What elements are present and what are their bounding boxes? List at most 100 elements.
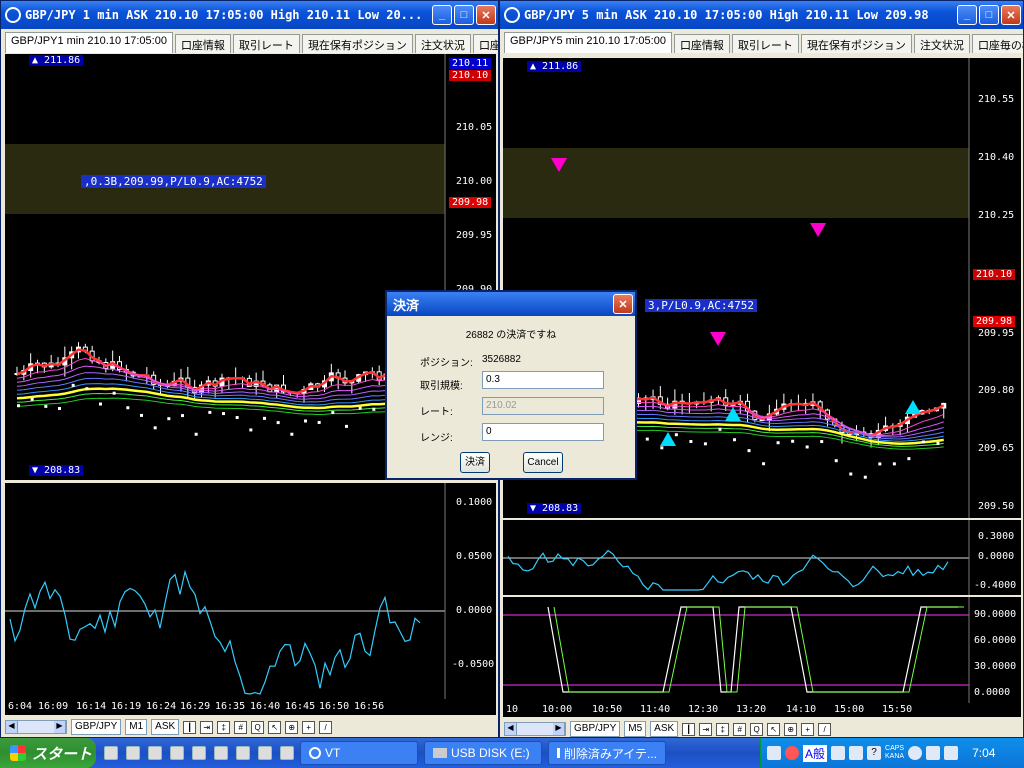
magnify-icon[interactable]: ⊕ <box>285 720 299 734</box>
oscillator-panel[interactable]: 0.3000 0.0000 -0.4000 <box>503 520 1021 595</box>
chart-scrollbar[interactable]: ◀ ▶ <box>5 720 67 734</box>
dialog-title: 決済 <box>393 297 420 313</box>
tab-account-summary[interactable]: 口座毎の概要 <box>971 34 1023 53</box>
help-icon[interactable]: ? <box>867 746 882 760</box>
chart-scrollbar[interactable]: ◀ ▶ <box>504 722 566 736</box>
time-label: 16:50 <box>319 701 350 712</box>
line-icon[interactable]: / <box>319 720 333 734</box>
quicklaunch-icon[interactable] <box>258 746 272 760</box>
dialog-close-button[interactable]: ✕ <box>613 294 633 314</box>
settle-dialog[interactable]: 決済 ✕ 26882 の決済ですね ポジション: 3526882 取引規模: 0… <box>385 290 637 480</box>
tray-icon[interactable] <box>944 746 959 760</box>
timeframe-select[interactable]: M1 <box>125 719 148 735</box>
parabolic-sar-dot <box>892 462 896 466</box>
position-label: ,0.3B,209.99,P/L0.9,AC:4752 <box>81 175 266 188</box>
parabolic-sar-dot <box>674 433 678 437</box>
ime-icon[interactable] <box>785 746 799 760</box>
quicklaunch-icon[interactable] <box>192 746 206 760</box>
system-tray: A般 ? CAPS KANA 7:04 <box>760 738 1024 768</box>
cursor-icon[interactable]: ↖ <box>268 720 282 734</box>
task-deleted-items[interactable]: 削除済みアイテ... <box>548 741 666 765</box>
scroll-end-icon[interactable]: ⇥ <box>699 722 713 736</box>
range-input[interactable]: 0 <box>482 423 604 441</box>
tab-account-summary[interactable]: 口座毎 <box>472 34 498 53</box>
parabolic-sar-dot <box>58 406 61 410</box>
task-usb-disk[interactable]: USB DISK (E:) <box>424 741 542 765</box>
caps-indicator: CAPS <box>885 745 905 752</box>
symbol-select[interactable]: GBP/JPY <box>570 721 621 737</box>
parabolic-sar-dot <box>791 439 795 443</box>
quicklaunch-icon[interactable] <box>214 746 228 760</box>
grid-icon[interactable]: # <box>733 722 747 736</box>
crosshair-icon[interactable]: + <box>302 720 316 734</box>
tab-chart[interactable]: GBP/JPY1 min 210.10 17:05:00 <box>5 32 173 53</box>
quicklaunch-icon[interactable] <box>236 746 250 760</box>
tab-chart[interactable]: GBP/JPY5 min 210.10 17:05:00 <box>504 32 672 53</box>
quicklaunch-icon[interactable] <box>170 746 184 760</box>
window-titlebar[interactable]: GBP/JPY 1 min ASK 210.10 17:05:00 High 2… <box>1 1 498 29</box>
price-axis-label: 210.00 <box>456 176 493 187</box>
tab-positions[interactable]: 現在保有ポジション <box>301 34 413 53</box>
tab-orders[interactable]: 注文状況 <box>913 34 970 53</box>
keyboard-icon[interactable] <box>767 746 781 760</box>
tab-rates[interactable]: 取引レート <box>731 34 799 53</box>
close-button[interactable]: ✕ <box>476 5 496 25</box>
start-button[interactable]: スタート <box>0 738 96 768</box>
osc-axis-label: 0.3000 <box>978 531 1015 542</box>
oscillator-panel[interactable]: 0.1000 0.0500 0.0000 -0.0500 <box>5 483 496 699</box>
crosshair-icon[interactable]: + <box>801 722 815 736</box>
symbol-select[interactable]: GBP/JPY <box>71 719 122 735</box>
quicklaunch-icon[interactable] <box>126 746 140 760</box>
tab-orders[interactable]: 注文状況 <box>414 34 471 53</box>
time-label: 13:20 <box>736 704 767 715</box>
side-select[interactable]: ASK <box>650 721 679 737</box>
line-icon[interactable]: / <box>818 722 832 736</box>
task-label: USB DISK (E:) <box>451 746 530 760</box>
tray-icon[interactable] <box>849 746 864 760</box>
lots-input[interactable]: 0.3 <box>482 371 604 389</box>
close-button[interactable]: ✕ <box>1001 5 1021 25</box>
minimize-button[interactable]: _ <box>432 5 452 25</box>
tab-account-info[interactable]: 口座情報 <box>174 34 231 53</box>
bar-icon[interactable]: ‡ <box>217 720 231 734</box>
zoom-icon[interactable]: Q <box>251 720 265 734</box>
windows-flag-icon <box>10 745 26 761</box>
network-icon[interactable] <box>926 746 941 760</box>
quicklaunch-icon[interactable] <box>280 746 294 760</box>
position-field-label: ポジション: <box>420 358 473 369</box>
window-titlebar[interactable]: GBP/JPY 5 min ASK 210.10 17:05:00 High 2… <box>500 1 1023 29</box>
price-axis-label: 210.25 <box>978 210 1015 221</box>
timeframe-select[interactable]: M5 <box>624 721 647 737</box>
grid-icon[interactable]: # <box>234 720 248 734</box>
quicklaunch-icon[interactable] <box>104 746 118 760</box>
tray-icon[interactable] <box>831 746 846 760</box>
stochastic-k-line <box>547 606 958 693</box>
tray-chevron-icon[interactable] <box>908 746 923 760</box>
tab-rates[interactable]: 取引レート <box>232 34 300 53</box>
stochastic-panel[interactable]: 90.0000 60.0000 30.0000 0.0000 <box>503 597 1021 703</box>
moving-average-line <box>16 348 422 395</box>
dialog-titlebar[interactable]: 決済 ✕ <box>387 292 635 316</box>
task-vt[interactable]: VT <box>300 741 418 765</box>
minimize-button[interactable]: _ <box>957 5 977 25</box>
parabolic-sar-dot <box>372 407 376 411</box>
zoom-icon[interactable]: Q <box>750 722 764 736</box>
scroll-end-icon[interactable]: ⇥ <box>200 720 214 734</box>
ime-mode[interactable]: A般 <box>803 744 828 762</box>
kana-indicator: KANA <box>885 753 905 760</box>
candle-icon[interactable]: ┃ <box>682 722 696 736</box>
candle-icon[interactable]: ┃ <box>183 720 197 734</box>
cursor-icon[interactable]: ↖ <box>767 722 781 736</box>
clock[interactable]: 7:04 <box>972 746 995 760</box>
settle-button[interactable]: 決済 <box>460 452 490 473</box>
tab-account-info[interactable]: 口座情報 <box>673 34 730 53</box>
maximize-button[interactable]: □ <box>454 5 474 25</box>
cancel-button[interactable]: Cancel <box>523 452 563 473</box>
tab-positions[interactable]: 現在保有ポジション <box>800 34 912 53</box>
side-select[interactable]: ASK <box>151 719 180 735</box>
bar-icon[interactable]: ‡ <box>716 722 730 736</box>
price-axis-label: 209.50 <box>978 501 1015 512</box>
maximize-button[interactable]: □ <box>979 5 999 25</box>
magnify-icon[interactable]: ⊕ <box>784 722 798 736</box>
quicklaunch-icon[interactable] <box>148 746 162 760</box>
